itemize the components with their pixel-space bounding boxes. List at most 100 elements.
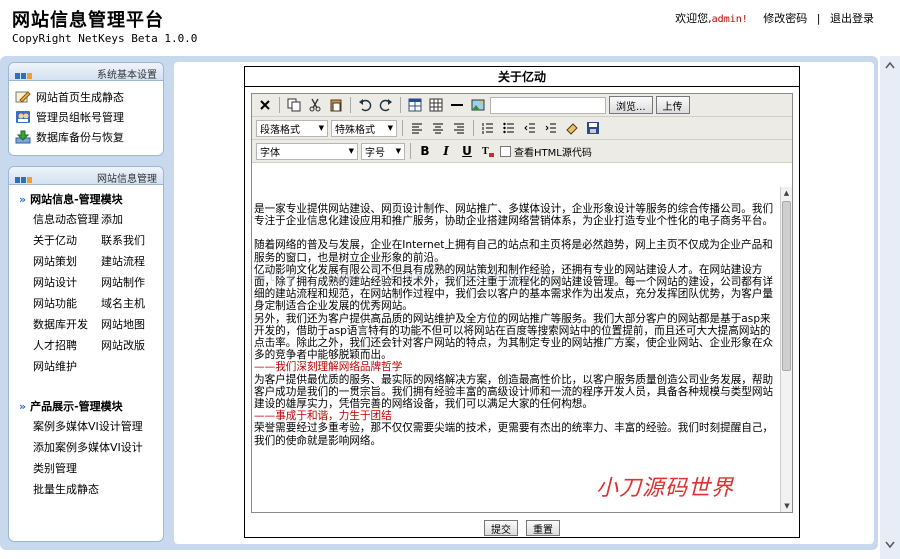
username: admin! xyxy=(711,14,748,25)
underline-button[interactable]: U xyxy=(458,142,476,160)
italic-button[interactable]: I xyxy=(437,142,455,160)
link-recruitment[interactable]: 人才招聘 xyxy=(33,337,101,353)
link-build-process[interactable]: 建站流程 xyxy=(101,253,161,269)
paragraph: 另外，我们还为客户提供高品质的网站维护及全方位的网站推广等服务。我们大部分客户的… xyxy=(254,312,774,362)
sidebar-item-generate-static[interactable]: 网站首页生成静态 xyxy=(9,87,163,107)
section-title-site-info: » 网站信息-管理模块 xyxy=(19,193,123,206)
table-icon[interactable] xyxy=(406,96,424,114)
window-scrollbar[interactable] xyxy=(880,56,900,559)
link-redesign[interactable]: 网站改版 xyxy=(101,337,161,353)
special-format-select[interactable]: 特殊格式 ▼ xyxy=(331,119,397,137)
scroll-up-icon[interactable] xyxy=(884,60,896,70)
undo-icon[interactable] xyxy=(356,96,374,114)
welcome-text: 欢迎您, xyxy=(675,12,712,25)
panel-blocks-icon xyxy=(15,68,33,82)
paragraph: 是一家专业提供网站建设、网页设计制作、网站推广、多媒体设计，企业形象设计等服务的… xyxy=(254,203,774,228)
link-add[interactable]: 添加 xyxy=(101,211,161,227)
scroll-down-icon[interactable] xyxy=(884,540,896,550)
form-buttons: 提交 重置 xyxy=(245,520,799,536)
change-password-link[interactable]: 修改密码 xyxy=(763,12,807,25)
image-icon[interactable] xyxy=(469,96,487,114)
align-center-icon[interactable] xyxy=(429,119,447,137)
reset-button[interactable]: 重置 xyxy=(526,520,560,536)
file-path-input[interactable] xyxy=(490,96,606,114)
copyright-text: CopyRight NetKeys Beta 1.0.0 xyxy=(12,32,198,45)
paragraph: 为客户提供最优质的服务、最实际的网络解决方案，创造最高性价比，以客户服务质量创造… xyxy=(254,373,774,411)
editor-scrollbar[interactable]: ▲ ▼ xyxy=(780,187,792,512)
align-left-icon[interactable] xyxy=(408,119,426,137)
link-site-planning[interactable]: 网站策划 xyxy=(33,253,101,269)
sidebar-item-admin-accounts[interactable]: 管理员组帐号管理 xyxy=(9,107,163,127)
chevron-down-icon: ▼ xyxy=(387,124,393,132)
pencil-icon xyxy=(15,91,31,103)
save-icon[interactable] xyxy=(584,119,602,137)
editor-text: 是一家专业提供网站建设、网页设计制作、网站推广、多媒体设计，企业形象设计等服务的… xyxy=(254,191,778,509)
link-news-manage[interactable]: 信息动态管理 xyxy=(33,211,101,227)
outdent-icon[interactable] xyxy=(521,119,539,137)
font-family-select[interactable]: 字体 ▼ xyxy=(256,142,358,160)
upload-button[interactable]: 上传 xyxy=(655,96,690,114)
link-about[interactable]: 关于亿动 xyxy=(33,232,101,248)
link-site-features[interactable]: 网站功能 xyxy=(33,295,101,311)
logout-link[interactable]: 退出登录 xyxy=(830,12,874,25)
site-info-links: 信息动态管理 添加 关于亿动 联系我们 网站策划 建站流程 网站设计 网站制作 … xyxy=(9,211,163,374)
paragraph-format-select[interactable]: 段落格式 ▼ xyxy=(256,119,328,137)
horizontal-rule-icon[interactable] xyxy=(448,96,466,114)
content-area: 关于亿动 浏览... 上传 段落格式 ▼ 特殊格式 ▼ 字体 ▼ 字号 ▼ B … xyxy=(174,62,874,544)
numbered-list-icon[interactable] xyxy=(479,119,497,137)
panel-header: 网站信息管理 xyxy=(9,167,163,185)
eraser-icon[interactable] xyxy=(563,119,581,137)
sidebar-item-label: 网站首页生成静态 xyxy=(36,91,124,104)
link-add-case-vi[interactable]: 添加案例多媒体VI设计 xyxy=(33,439,163,455)
link-batch-static[interactable]: 批量生成静态 xyxy=(33,481,163,497)
view-source-label: 查看HTML源代码 xyxy=(514,147,592,159)
top-links: 欢迎您,admin! 修改密码 | 退出登录 xyxy=(675,10,874,26)
panel-blocks-icon xyxy=(15,172,33,186)
paragraph: 随着网络的普及与发展，企业在Internet上拥有自己的站点和主页将是必然趋势，… xyxy=(254,239,773,264)
link-db-dev[interactable]: 数据库开发 xyxy=(33,316,101,332)
view-source-checkbox[interactable] xyxy=(500,145,511,157)
scroll-down-icon[interactable]: ▼ xyxy=(781,500,793,512)
indent-icon[interactable] xyxy=(542,119,560,137)
site-info-panel: 网站信息管理 » 网站信息-管理模块 信息动态管理 添加 关于亿动 联系我们 网站… xyxy=(8,166,164,542)
app-title: 网站信息管理平台 xyxy=(12,10,164,31)
bullet-list-icon[interactable] xyxy=(500,119,518,137)
bold-button[interactable]: B xyxy=(416,142,434,160)
text-color-icon[interactable]: T xyxy=(479,142,497,160)
watermark-text: 小刀源码世界 xyxy=(596,476,735,501)
panel-title: 网站信息管理 xyxy=(97,174,157,185)
font-size-select[interactable]: 字号 ▼ xyxy=(361,142,405,160)
paragraph: 亿动影响文化发展有限公司不但具有成熟的网站策划和制作经验，还拥有专业的网站建设人… xyxy=(254,263,774,313)
browse-button[interactable]: 浏览... xyxy=(609,96,653,114)
scroll-up-icon[interactable]: ▲ xyxy=(781,187,792,199)
chevron-down-icon: ▼ xyxy=(318,124,324,132)
users-icon xyxy=(16,111,30,123)
sidebar-item-label: 管理员组帐号管理 xyxy=(36,111,124,124)
section-title-products: » 产品展示-管理模块 xyxy=(19,400,123,413)
copy-icon[interactable] xyxy=(285,96,303,114)
close-icon[interactable] xyxy=(256,96,274,114)
paste-icon[interactable] xyxy=(327,96,345,114)
submit-button[interactable]: 提交 xyxy=(484,520,518,536)
link-domain-host[interactable]: 域名主机 xyxy=(101,295,161,311)
scrollbar-thumb[interactable] xyxy=(782,201,791,371)
subheading: ——事成于和谐，力生于团结 xyxy=(254,410,392,423)
editor-toolbar-row-2: 段落格式 ▼ 特殊格式 ▼ xyxy=(252,117,792,140)
link-category-manage[interactable]: 类别管理 xyxy=(33,460,163,476)
editor-toolbar-row-3: 字体 ▼ 字号 ▼ B I U T 查看HTML源代码 xyxy=(252,140,792,163)
link-separator: | xyxy=(816,12,821,25)
link-site-production[interactable]: 网站制作 xyxy=(101,274,161,290)
editor-content[interactable]: 是一家专业提供网站建设、网页设计制作、网站推广、多媒体设计，企业形象设计等服务的… xyxy=(252,187,792,512)
link-case-vi-manage[interactable]: 案例多媒体VI设计管理 xyxy=(33,418,163,434)
link-site-design[interactable]: 网站设计 xyxy=(33,274,101,290)
link-maintenance[interactable]: 网站维护 xyxy=(33,358,101,374)
link-contact[interactable]: 联系我们 xyxy=(101,232,161,248)
sidebar-item-db-backup[interactable]: 数据库备份与恢复 xyxy=(9,127,163,147)
redo-icon[interactable] xyxy=(377,96,395,114)
product-links: 案例多媒体VI设计管理 添加案例多媒体VI设计 类别管理 批量生成静态 xyxy=(9,418,163,497)
grid-icon[interactable] xyxy=(427,96,445,114)
link-sitemap[interactable]: 网站地图 xyxy=(101,316,161,332)
cut-icon[interactable] xyxy=(306,96,324,114)
download-icon xyxy=(15,130,31,144)
align-right-icon[interactable] xyxy=(450,119,468,137)
